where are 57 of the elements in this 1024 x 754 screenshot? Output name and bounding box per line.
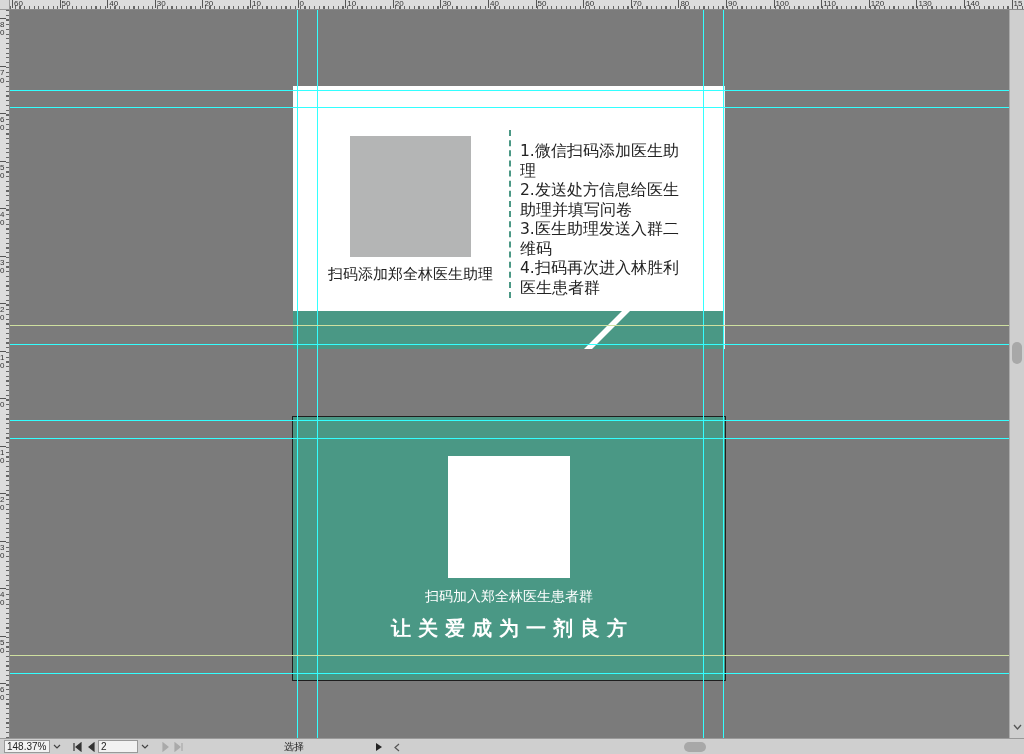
ruler-label: 40 xyxy=(0,208,6,227)
step-text: 4.扫码再次进入林胜利医生患者群 xyxy=(520,259,680,298)
ruler-label: 60 xyxy=(583,0,595,8)
scroll-left-icon[interactable] xyxy=(394,742,400,752)
slogan: 让关爱成为一剂良方 xyxy=(389,615,634,641)
ruler-label: 0 xyxy=(297,0,305,8)
qr-caption: 扫码添加郑全林医生助理 xyxy=(327,265,493,283)
ruler-label: 140 xyxy=(964,0,980,8)
ruler-label: 50 xyxy=(59,0,71,8)
ruler-label: 60 xyxy=(12,0,23,8)
page-field[interactable]: 2 xyxy=(98,740,138,753)
ruler-label: 15 xyxy=(1011,0,1023,8)
vertical-scrollbar[interactable] xyxy=(1009,10,1024,738)
ruler-label: 50 xyxy=(0,635,6,655)
ruler-label: 60 xyxy=(0,683,6,702)
ruler-label: 30 xyxy=(440,0,452,8)
ruler-label: 120 xyxy=(868,0,885,8)
scroll-thumb[interactable] xyxy=(1012,342,1022,364)
ruler-label: 20 xyxy=(392,0,404,8)
ruler-label: 60 xyxy=(0,113,6,132)
scroll-thumb[interactable] xyxy=(684,741,706,752)
step-text: 1.微信扫码添加医生助理 xyxy=(520,142,680,181)
ruler-label: 70 xyxy=(630,0,642,8)
ruler-label: 50 xyxy=(0,160,6,180)
ruler-label: 20 xyxy=(0,493,6,512)
ruler-label: 40 xyxy=(488,0,499,8)
first-page-icon[interactable] xyxy=(72,741,82,752)
zoom-field[interactable]: 148.37% xyxy=(4,740,50,753)
ruler-label: 20 xyxy=(0,303,6,322)
previous-page-icon[interactable] xyxy=(86,741,96,752)
ruler-label: 30 xyxy=(0,540,6,560)
ruler-label: 10 xyxy=(0,350,6,370)
caret-icon[interactable] xyxy=(141,744,149,749)
ruler-label: 30 xyxy=(154,0,166,8)
tool-name: 选择 xyxy=(284,739,305,754)
ruler-label: 80 xyxy=(0,18,6,37)
caret-icon[interactable] xyxy=(53,744,61,749)
ruler-label: 100 xyxy=(773,0,789,8)
ruler-label: 10 xyxy=(0,445,6,465)
step-text: 3.医生助理发送入群二维码 xyxy=(520,220,680,259)
play-icon[interactable] xyxy=(374,741,384,752)
ruler-label: 40 xyxy=(107,0,119,8)
ruler-label: 130 xyxy=(916,0,932,8)
ruler-label: 40 xyxy=(0,588,6,607)
ruler-label: 30 xyxy=(0,255,6,275)
ruler-label: 90 xyxy=(726,0,737,8)
ruler-label: 20 xyxy=(202,0,214,8)
qr-caption: 扫码加入郑全林医生患者群 xyxy=(425,588,593,605)
ruler-label: 0 xyxy=(0,398,6,409)
ruler-label: 10 xyxy=(345,0,357,8)
ruler-label: 10 xyxy=(250,0,261,8)
ruler-label: 110 xyxy=(821,0,836,8)
ruler-label: 70 xyxy=(0,65,6,85)
step-text: 2.发送处方信息给医生助理并填写问卷 xyxy=(520,181,680,220)
scroll-down-icon[interactable] xyxy=(1013,724,1022,730)
ruler-label: 50 xyxy=(535,0,547,8)
ruler-label: 80 xyxy=(678,0,690,8)
